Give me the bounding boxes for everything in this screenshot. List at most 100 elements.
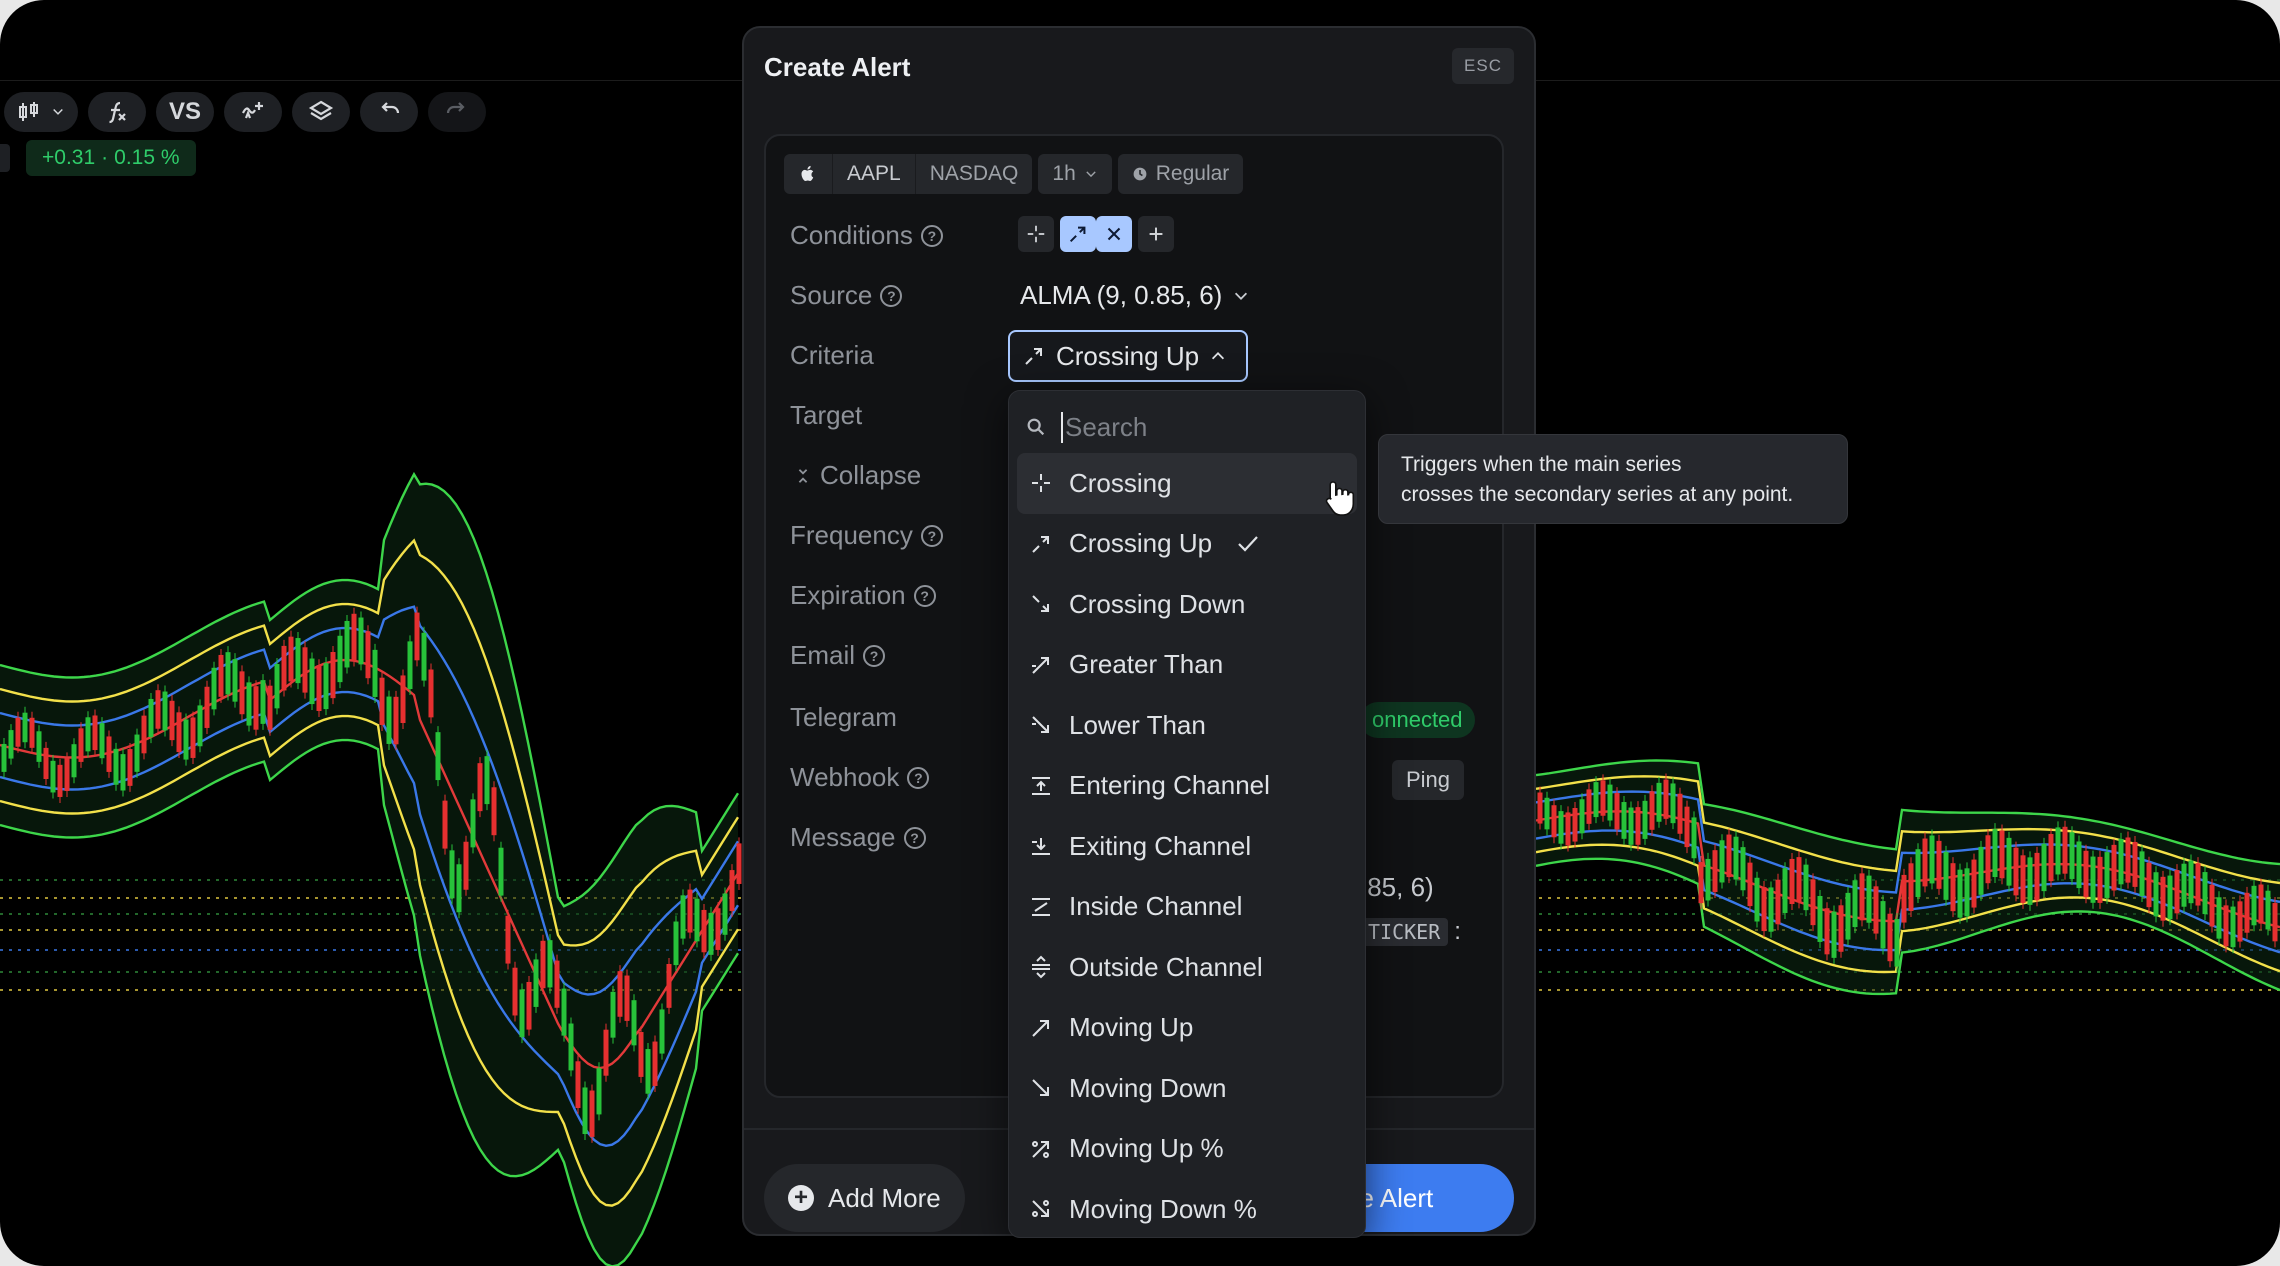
redo-button[interactable] xyxy=(428,92,486,132)
candle-body xyxy=(1957,869,1963,918)
layers-icon xyxy=(308,100,334,121)
remove-condition-button[interactable] xyxy=(1096,216,1132,252)
candle-body xyxy=(414,612,420,661)
help-icon[interactable]: ? xyxy=(913,584,936,607)
candle-body xyxy=(372,649,378,697)
dropdown-search xyxy=(1025,405,1345,449)
criteria-option-greater-than[interactable]: Greater Than xyxy=(1017,635,1357,696)
candle-body xyxy=(204,686,210,728)
help-icon[interactable]: ? xyxy=(920,524,943,547)
change-value: +0.31 xyxy=(42,146,96,169)
candle-body xyxy=(344,620,350,668)
candle-body xyxy=(1691,817,1697,859)
criteria-select[interactable]: Crossing Up xyxy=(1008,330,1248,382)
help-icon[interactable]: ? xyxy=(920,224,943,247)
criteria-option-crossing-down[interactable]: Crossing Down xyxy=(1017,574,1357,635)
candle-body xyxy=(386,696,392,744)
condition-crossing-up-button[interactable] xyxy=(1060,216,1096,252)
candle-body xyxy=(2153,872,2159,917)
candle-body xyxy=(29,717,35,748)
criteria-option-crossing-up[interactable]: Crossing Up xyxy=(1017,514,1357,575)
candle-body xyxy=(106,736,112,772)
modal-title: Create Alert xyxy=(764,52,911,82)
candle-body xyxy=(2118,838,2124,885)
frequency-label-text: Frequency xyxy=(790,520,913,550)
candle-body xyxy=(1565,812,1571,846)
add-alert-button[interactable] xyxy=(224,92,282,132)
telegram-label-text: Telegram xyxy=(790,702,897,732)
search-icon xyxy=(1027,418,1045,436)
candle-body xyxy=(2006,837,2012,886)
candle-body xyxy=(274,664,280,709)
app-screen: VS +0.31 · 0.15 % Create Alert ESC + Add… xyxy=(0,0,2280,1266)
candle-body xyxy=(1971,859,1977,908)
collapse-toggle[interactable]: Collapse xyxy=(794,460,921,491)
esc-close-button[interactable]: ESC xyxy=(1452,48,1514,84)
help-icon[interactable]: ? xyxy=(907,766,930,789)
candle-body xyxy=(2174,870,2180,914)
candle-body xyxy=(505,915,511,964)
ticker-chip[interactable]: AAPL xyxy=(832,154,915,194)
candle-body xyxy=(659,1009,665,1054)
candle-body xyxy=(1586,789,1592,824)
add-condition-button[interactable] xyxy=(1138,216,1174,252)
candle-body xyxy=(288,636,294,682)
criteria-option-moving-up-percent[interactable]: Moving Up % xyxy=(1017,1119,1357,1180)
candle-body xyxy=(540,940,546,989)
crossing-icon xyxy=(1032,474,1050,493)
ticker-placeholder-chip[interactable]: TICKER xyxy=(1360,918,1449,946)
criteria-option-lower-than[interactable]: Lower Than xyxy=(1017,695,1357,756)
tooltip-line-2: crosses the secondary series at any poin… xyxy=(1401,483,1794,506)
candle-body xyxy=(708,912,714,955)
candle-body xyxy=(694,898,700,942)
candle-body xyxy=(2048,833,2054,882)
candle-body xyxy=(2125,837,2131,883)
candle-body xyxy=(2209,884,2215,927)
option-label: Moving Down % xyxy=(1069,1193,1257,1224)
candle-body xyxy=(225,652,231,695)
criteria-option-entering-channel[interactable]: Entering Channel xyxy=(1017,756,1357,817)
undo-button[interactable] xyxy=(360,92,418,132)
source-select[interactable]: ALMA (9, 0.85, 6) xyxy=(1020,280,1250,311)
candle-body xyxy=(2013,847,2019,896)
criteria-option-moving-up[interactable]: Moving Up xyxy=(1017,998,1357,1059)
help-icon[interactable]: ? xyxy=(863,644,886,667)
chart-type-button[interactable] xyxy=(4,92,78,132)
candle-body xyxy=(2104,852,2110,898)
criteria-option-crossing[interactable]: Crossing xyxy=(1017,453,1357,514)
target-label: Target xyxy=(790,400,862,431)
add-more-label: Add More xyxy=(828,1182,941,1213)
help-icon[interactable]: ? xyxy=(880,284,903,307)
interval-select[interactable]: 1h xyxy=(1038,154,1112,194)
candle-body xyxy=(687,889,693,933)
candle-body xyxy=(512,967,518,1016)
layers-button[interactable] xyxy=(292,92,350,132)
candle-body xyxy=(1894,919,1900,967)
crossing-icon xyxy=(1027,225,1045,243)
session-select[interactable]: Regular xyxy=(1117,154,1244,194)
price-change-badge: +0.31 · 0.15 % xyxy=(26,140,196,176)
indicators-button[interactable] xyxy=(88,92,146,132)
option-label: Inside Channel xyxy=(1069,891,1243,922)
candle-body xyxy=(2181,863,2187,907)
ping-button[interactable]: Ping xyxy=(1392,760,1465,800)
criteria-option-outside-channel[interactable]: Outside Channel xyxy=(1017,937,1357,998)
criteria-option-exiting-channel[interactable]: Exiting Channel xyxy=(1017,816,1357,877)
candle-body xyxy=(1733,836,1739,880)
search-input[interactable] xyxy=(1061,411,1321,443)
condition-crossing-button[interactable] xyxy=(1018,216,1054,252)
criteria-option-inside-channel[interactable]: Inside Channel xyxy=(1017,877,1357,938)
legend-collapse-handle[interactable] xyxy=(0,144,10,172)
candle-body xyxy=(2160,876,2166,921)
option-label: Exiting Channel xyxy=(1069,830,1252,861)
candle-body xyxy=(43,747,49,779)
help-icon[interactable]: ? xyxy=(903,826,926,849)
symbol-logo[interactable] xyxy=(784,154,832,194)
criteria-option-moving-down-percent[interactable]: Moving Down % xyxy=(1017,1179,1357,1240)
add-more-button[interactable]: + Add More xyxy=(764,1164,965,1232)
undo-icon xyxy=(381,102,400,114)
chevron-down-icon xyxy=(1235,292,1248,300)
criteria-option-moving-down[interactable]: Moving Down xyxy=(1017,1058,1357,1119)
candle-body xyxy=(365,631,371,679)
compare-button[interactable]: VS xyxy=(156,92,214,132)
